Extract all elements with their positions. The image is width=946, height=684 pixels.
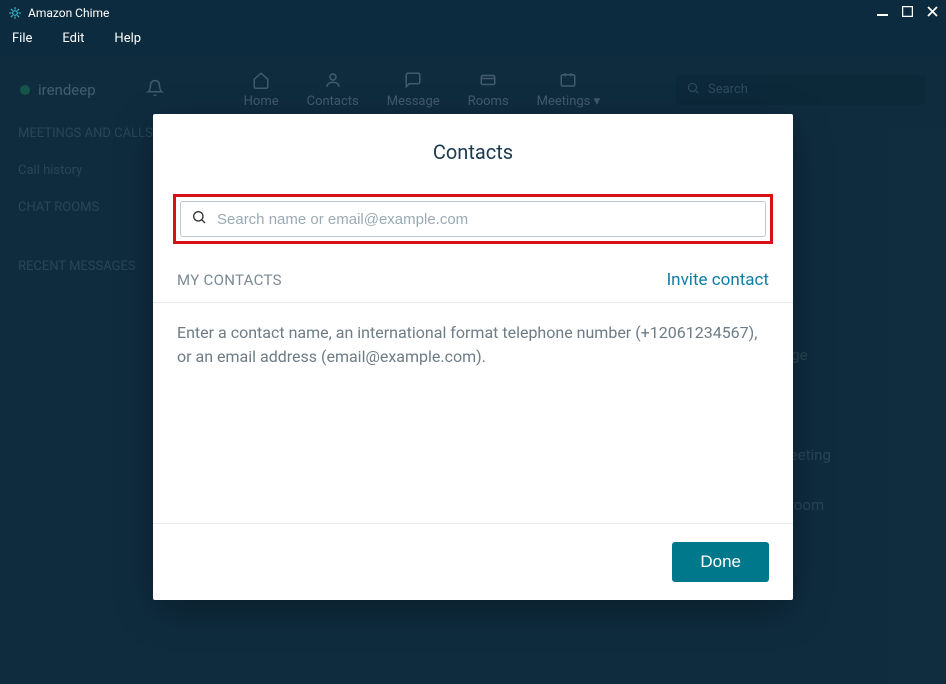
- minimize-button[interactable]: [877, 6, 888, 20]
- file-menu[interactable]: File: [12, 31, 32, 46]
- menubar: File Edit Help: [0, 25, 946, 56]
- app-body: irendeep Home Contacts Mes: [0, 56, 946, 684]
- my-contacts-label: MY CONTACTS: [177, 271, 282, 289]
- contact-search-input[interactable]: [217, 211, 755, 228]
- titlebar: Amazon Chime: [0, 0, 946, 25]
- modal-title: Contacts: [153, 114, 793, 178]
- modal-overlay: Contacts MY CONTACTS Invite contact Ente…: [0, 56, 946, 684]
- search-icon: [191, 209, 207, 229]
- invite-contact-link[interactable]: Invite contact: [667, 270, 769, 290]
- modal-footer: Done: [153, 523, 793, 600]
- window-controls: [877, 6, 938, 20]
- maximize-button[interactable]: [902, 6, 913, 20]
- done-button[interactable]: Done: [672, 542, 769, 582]
- help-menu[interactable]: Help: [114, 31, 141, 46]
- contacts-modal: Contacts MY CONTACTS Invite contact Ente…: [153, 114, 793, 600]
- contact-hint-text: Enter a contact name, an international f…: [153, 303, 793, 387]
- close-button[interactable]: [927, 6, 938, 20]
- app-logo-icon: [8, 6, 22, 20]
- search-highlight-box: [173, 194, 773, 244]
- edit-menu[interactable]: Edit: [62, 31, 84, 46]
- contact-search-field[interactable]: [180, 201, 766, 237]
- my-contacts-header: MY CONTACTS Invite contact: [153, 254, 793, 303]
- window-title: Amazon Chime: [28, 6, 109, 20]
